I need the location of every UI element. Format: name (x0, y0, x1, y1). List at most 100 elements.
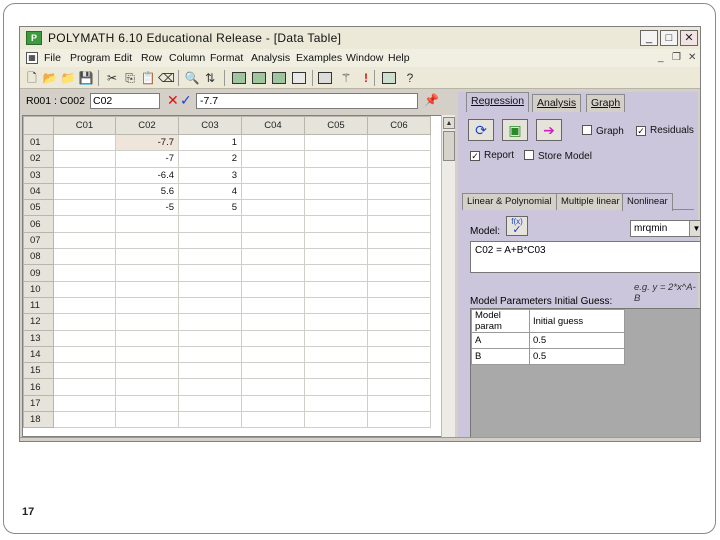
table-cell[interactable] (178, 329, 242, 347)
table-cell[interactable] (115, 215, 179, 233)
table-cell[interactable] (367, 264, 431, 282)
pin-icon[interactable]: 📌 (424, 93, 439, 107)
table-cell[interactable] (241, 182, 305, 201)
table-cell[interactable] (53, 313, 116, 331)
open-folder-icon[interactable]: 📂 (42, 70, 58, 86)
linear-eq-icon[interactable] (232, 72, 246, 84)
table-cell[interactable] (367, 182, 431, 201)
row-header[interactable]: 14 (23, 345, 54, 364)
menu-format[interactable]: Format (210, 52, 243, 64)
cancel-edit-icon[interactable]: ✕ (167, 92, 179, 109)
table-cell[interactable] (367, 362, 431, 380)
nonlinear-eq-icon[interactable] (252, 72, 266, 84)
checkbox-box[interactable] (524, 150, 534, 160)
residuals-checkbox[interactable]: ✓ Residuals (636, 125, 694, 136)
table-window-icon[interactable]: ▦ (26, 52, 38, 64)
table-cell[interactable] (115, 345, 179, 364)
table-cell[interactable] (304, 248, 368, 266)
table-cell[interactable] (53, 150, 116, 168)
table-cell[interactable] (367, 231, 431, 250)
eraser-icon[interactable]: ⌫ (158, 70, 175, 86)
row-header[interactable]: 17 (23, 394, 54, 413)
table-cell[interactable] (115, 248, 179, 266)
table-cell[interactable]: -5 (115, 199, 179, 217)
save-icon[interactable]: 💾 (78, 70, 94, 86)
menu-row[interactable]: Row (141, 52, 162, 64)
store-model-checkbox[interactable]: Store Model (524, 150, 592, 162)
table-cell[interactable] (304, 394, 368, 413)
table-cell[interactable] (178, 215, 242, 233)
table-cell[interactable] (178, 345, 242, 364)
row-header[interactable]: 05 (23, 199, 54, 217)
table-cell[interactable] (178, 411, 242, 429)
table-cell[interactable] (241, 345, 305, 364)
menu-column[interactable]: Column (169, 52, 205, 64)
row-header[interactable]: 02 (23, 150, 54, 168)
table-cell[interactable]: 2 (178, 150, 242, 168)
table-cell[interactable] (367, 199, 431, 217)
table-cell[interactable] (115, 329, 179, 347)
table-cell[interactable] (53, 248, 116, 266)
row-header[interactable]: 04 (23, 182, 54, 201)
table-cell[interactable] (367, 296, 431, 315)
table-cell[interactable]: -6.4 (115, 166, 179, 184)
table-cell[interactable] (53, 166, 116, 184)
paste-icon[interactable]: 📋 (140, 70, 156, 86)
table-cell[interactable] (241, 411, 305, 429)
param-guess-input[interactable]: 0.5 (529, 348, 625, 365)
table-cell[interactable] (178, 231, 242, 250)
table-cell[interactable] (115, 296, 179, 315)
table-cell[interactable] (367, 133, 431, 152)
row-header[interactable]: 09 (23, 264, 54, 282)
table-cell[interactable] (53, 231, 116, 250)
calculator-icon[interactable] (318, 72, 332, 84)
table-cell[interactable] (178, 394, 242, 413)
table-cell[interactable] (304, 345, 368, 364)
table-icon[interactable] (382, 72, 396, 84)
table-cell[interactable] (178, 362, 242, 380)
table-cell[interactable] (178, 296, 242, 315)
table-cell[interactable] (53, 329, 116, 347)
row-header[interactable]: 07 (23, 231, 54, 250)
table-cell[interactable] (53, 215, 116, 233)
table-cell[interactable] (53, 280, 116, 298)
table-cell[interactable] (241, 313, 305, 331)
chevron-down-icon[interactable]: ▼ (689, 221, 700, 236)
table-cell[interactable] (367, 378, 431, 396)
table-cell[interactable] (304, 280, 368, 298)
function-button[interactable]: f(x) ✓ (506, 216, 528, 236)
table-cell[interactable]: -7.7 (115, 133, 179, 152)
table-cell[interactable] (241, 199, 305, 217)
table-cell[interactable] (241, 329, 305, 347)
table-cell[interactable] (304, 150, 368, 168)
new-file-icon[interactable]: 🗋 (24, 70, 40, 86)
table-cell[interactable] (241, 264, 305, 282)
table-cell[interactable] (304, 411, 368, 429)
table-cell[interactable] (241, 215, 305, 233)
find-icon[interactable]: 🔍 (184, 70, 200, 86)
regression-icon[interactable] (292, 72, 306, 84)
maximize-button[interactable]: □ (660, 30, 678, 46)
table-cell[interactable] (115, 362, 179, 380)
table-cell[interactable] (304, 182, 368, 201)
table-cell[interactable]: 1 (178, 133, 242, 152)
table-cell[interactable] (115, 231, 179, 250)
tab-linear-polynomial[interactable]: Linear & Polynomial (462, 193, 557, 210)
table-cell[interactable] (367, 215, 431, 233)
table-cell[interactable] (367, 345, 431, 364)
table-cell[interactable] (53, 345, 116, 364)
row-header[interactable]: 18 (23, 411, 54, 429)
row-header[interactable]: 15 (23, 362, 54, 380)
table-cell[interactable]: 3 (178, 166, 242, 184)
table-cell[interactable]: 5.6 (115, 182, 179, 201)
mdi-minimize-button[interactable]: _ (658, 52, 664, 63)
row-header[interactable]: 16 (23, 378, 54, 396)
table-cell[interactable] (115, 411, 179, 429)
table-cell[interactable] (304, 362, 368, 380)
tab-nonlinear[interactable]: Nonlinear (622, 193, 673, 211)
go-button[interactable]: ➔ (536, 119, 562, 141)
table-cell[interactable] (115, 394, 179, 413)
table-cell[interactable] (241, 150, 305, 168)
column-header[interactable]: C03 (178, 116, 242, 135)
table-cell[interactable] (115, 378, 179, 396)
